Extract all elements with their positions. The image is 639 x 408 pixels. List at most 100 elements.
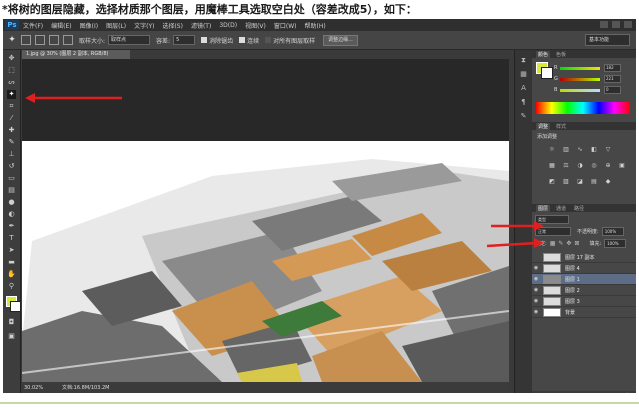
menu-select[interactable]: 选择(S) [162,21,183,30]
curves-icon[interactable]: ∿ [576,146,584,153]
menu-layer[interactable]: 图层(L) [106,21,126,30]
paragraph-panel-icon[interactable]: ¶ [519,98,528,107]
close-icon[interactable] [624,21,632,28]
history-brush-icon[interactable]: ↺ [7,162,16,171]
eyedropper-tool-icon[interactable]: ⁄ [7,114,16,123]
link-layers-icon[interactable]: ∞ [561,393,566,394]
tolerance-input[interactable]: 5 [173,35,196,45]
blue-slider[interactable] [560,88,600,92]
tab-swatches[interactable]: 色板 [554,51,568,58]
zoom-tool-icon[interactable]: ⚲ [7,282,16,291]
posterize-icon[interactable]: ▨ [562,178,570,185]
history-panel-icon[interactable]: ⧗ [519,56,528,65]
delete-layer-icon[interactable]: 🗑 [623,393,631,394]
visibility-eye-icon[interactable]: ◉ [532,287,540,293]
new-group-icon[interactable]: ▭ [602,393,608,394]
brush-panel-icon[interactable]: ✎ [519,112,528,121]
document-tab[interactable]: 1.jpg @ 30% (图层 2 副本, RGB/8) [22,50,130,59]
healing-brush-icon[interactable]: ✚ [7,126,16,135]
exposure-icon[interactable]: ◧ [590,146,598,153]
lock-position-icon[interactable]: ✥ [566,240,571,247]
blue-value[interactable]: 0 [604,86,621,94]
menu-3d[interactable]: 3D(D) [219,22,237,29]
layer-style-icon[interactable]: fx [571,393,577,394]
color-spectrum[interactable] [536,102,630,114]
intersect-selection-icon[interactable] [63,35,73,45]
menu-image[interactable]: 图像(I) [80,21,98,30]
threshold-icon[interactable]: ◪ [576,178,584,185]
lock-transparent-icon[interactable]: ▦ [550,240,556,247]
gradient-map-icon[interactable]: ▤ [590,178,598,185]
red-slider[interactable] [560,66,600,70]
black-white-icon[interactable]: ◑ [576,162,584,169]
color-lookup-icon[interactable]: ▣ [618,162,626,169]
maximize-icon[interactable] [612,21,620,28]
visibility-eye-icon[interactable]: ◉ [532,298,540,304]
visibility-eye-icon[interactable]: ◉ [532,265,540,271]
adjustment-layer-icon[interactable]: ◑ [592,393,597,394]
clone-stamp-icon[interactable]: ⊥ [7,150,16,159]
lasso-tool-icon[interactable]: ᔕ [7,78,16,87]
layer-row-2[interactable]: ◉ 图层 1 [532,274,636,285]
move-tool-icon[interactable]: ✥ [7,54,16,63]
green-slider[interactable] [560,77,600,81]
channel-mixer-icon[interactable]: ⊕ [604,162,612,169]
lock-pixels-icon[interactable]: ✎ [558,240,563,247]
screen-mode-icon[interactable]: ▣ [7,332,16,341]
blur-tool-icon[interactable]: ● [7,198,16,207]
properties-panel-icon[interactable]: ▦ [519,70,528,79]
tab-styles[interactable]: 样式 [554,123,568,130]
image-canvas[interactable] [22,141,509,382]
dodge-tool-icon[interactable]: ◐ [7,210,16,219]
menu-filter[interactable]: 滤镜(T) [191,21,211,30]
sample-all-layers-checkbox[interactable] [265,37,272,43]
contiguous-checkbox[interactable] [239,37,246,43]
green-value[interactable]: 221 [604,75,621,83]
layer-kind-filter[interactable]: 类型 [535,215,569,224]
tab-color[interactable]: 颜色 [536,50,551,58]
shape-tool-icon[interactable]: ▬ [7,258,16,267]
visibility-eye-icon[interactable]: ◉ [532,309,540,315]
vibrance-icon[interactable]: ▽ [604,146,612,153]
brightness-icon[interactable]: ☼ [548,146,556,153]
invert-icon[interactable]: ◩ [548,178,556,185]
brush-tool-icon[interactable]: ✎ [7,138,16,147]
magic-wand-tool-icon[interactable]: ✦ [7,35,17,45]
menu-edit[interactable]: 编辑(E) [51,21,71,30]
opacity-input[interactable]: 100% [601,227,624,236]
gradient-tool-icon[interactable]: ▤ [7,186,16,195]
red-value[interactable]: 182 [604,64,621,72]
path-selection-icon[interactable]: ➤ [7,246,16,255]
menu-help[interactable]: 帮助(H) [305,21,326,30]
tab-channels[interactable]: 通道 [554,205,568,212]
tab-paths[interactable]: 路径 [572,205,586,212]
layer-row-5[interactable]: ◉ 背景 [532,307,636,318]
photo-filter-icon[interactable]: ◎ [590,162,598,169]
menu-view[interactable]: 视图(V) [245,21,266,30]
tab-layers[interactable]: 图层 [536,204,551,212]
layer-row-0[interactable]: 图层 17 副本 [532,252,636,263]
background-color-swatch[interactable] [10,301,21,312]
add-to-selection-icon[interactable] [35,35,45,45]
hue-saturation-icon[interactable]: ▦ [548,162,556,169]
layer-row-4[interactable]: ◉ 图层 3 [532,296,636,307]
menu-type[interactable]: 文字(Y) [134,21,154,30]
antialias-checkbox[interactable] [201,37,208,43]
add-mask-icon[interactable]: ◘ [582,393,587,394]
panel-background-swatch[interactable] [541,67,553,79]
type-tool-icon[interactable]: T [7,234,16,243]
magic-wand-tool-icon[interactable]: ✦ [7,90,16,99]
zoom-level[interactable]: 30.02% [24,385,46,391]
eraser-tool-icon[interactable]: ▭ [7,174,16,183]
layer-row-1[interactable]: ◉ 图层 4 [532,263,636,274]
layer-row-3[interactable]: ◉ 图层 2 [532,285,636,296]
blend-mode-select[interactable]: 正常 [535,227,571,236]
subtract-selection-icon[interactable] [49,35,59,45]
menu-file[interactable]: 文件(F) [23,21,43,30]
selective-color-icon[interactable]: ◆ [604,178,612,185]
workspace-select[interactable]: 基本功能 [585,34,630,46]
marquee-tool-icon[interactable]: ⬚ [7,66,16,75]
new-layer-icon[interactable]: ▢ [613,393,619,394]
visibility-eye-icon[interactable]: ◉ [532,276,540,282]
color-balance-icon[interactable]: ⚖ [562,162,570,169]
